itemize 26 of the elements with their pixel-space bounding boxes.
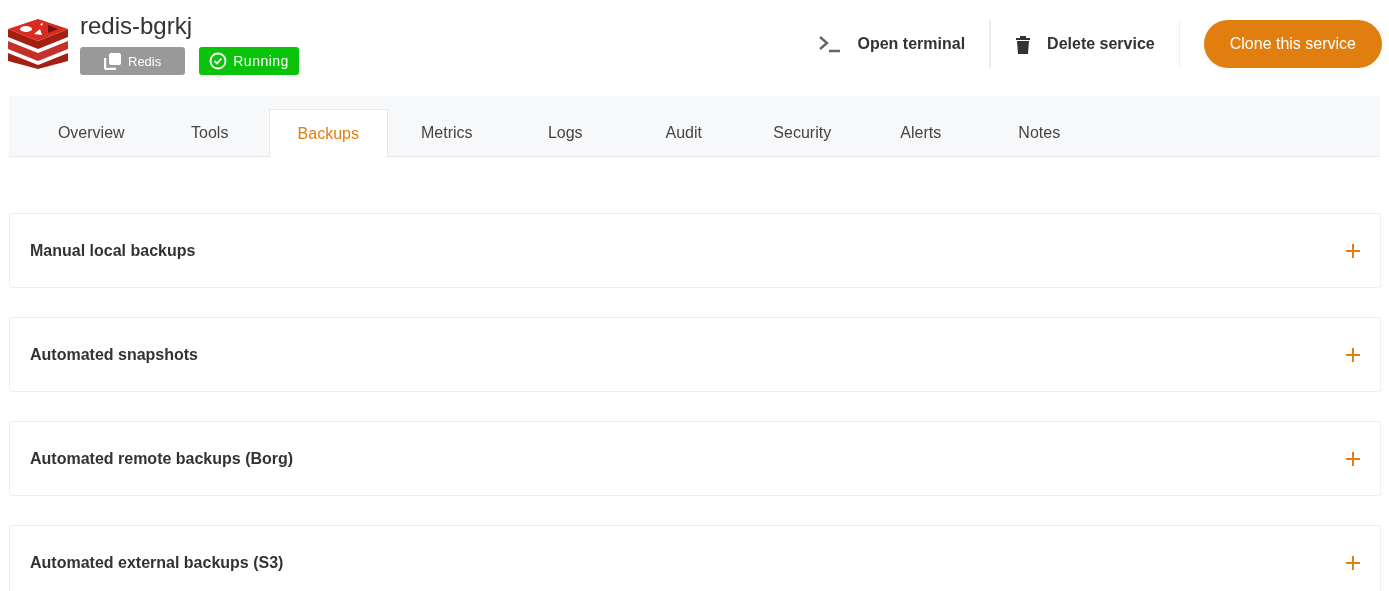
tab[interactable]: Notes: [980, 109, 1099, 157]
terminal-icon: [817, 35, 842, 53]
service-type-badge: Redis: [80, 47, 186, 75]
section-title: Automated remote backups (Borg): [30, 449, 294, 468]
tab[interactable]: Overview: [32, 109, 151, 157]
terminal-button[interactable]: Open terminal: [793, 20, 990, 68]
section-title: Automated snapshots: [30, 345, 198, 364]
accordion-header[interactable]: Manual local backups: [9, 213, 1381, 288]
tab[interactable]: Tools: [150, 109, 269, 157]
tab[interactable]: Alerts: [861, 109, 980, 157]
accordion-header[interactable]: Automated external backups (S3): [9, 525, 1381, 591]
accordion-header[interactable]: Automated snapshots: [9, 317, 1381, 392]
tab[interactable]: Metrics: [387, 109, 506, 157]
tab[interactable]: Logs: [506, 109, 625, 157]
logo-icon: [8, 19, 68, 69]
section-title: Automated external backups (S3): [30, 553, 284, 572]
section-title: Manual local backups: [30, 241, 196, 260]
accordion-header[interactable]: Automated remote backups (Borg): [9, 421, 1381, 496]
delete-button[interactable]: Delete service: [991, 20, 1179, 68]
status-badge: Running: [199, 47, 299, 75]
copy-icon: [104, 52, 122, 70]
trash-icon: [1015, 34, 1032, 54]
check-circle-icon: [209, 52, 228, 70]
service-title: redis-bgrkj: [80, 13, 194, 39]
tab[interactable]: Audit: [624, 109, 743, 157]
tab[interactable]: Security: [743, 109, 862, 157]
